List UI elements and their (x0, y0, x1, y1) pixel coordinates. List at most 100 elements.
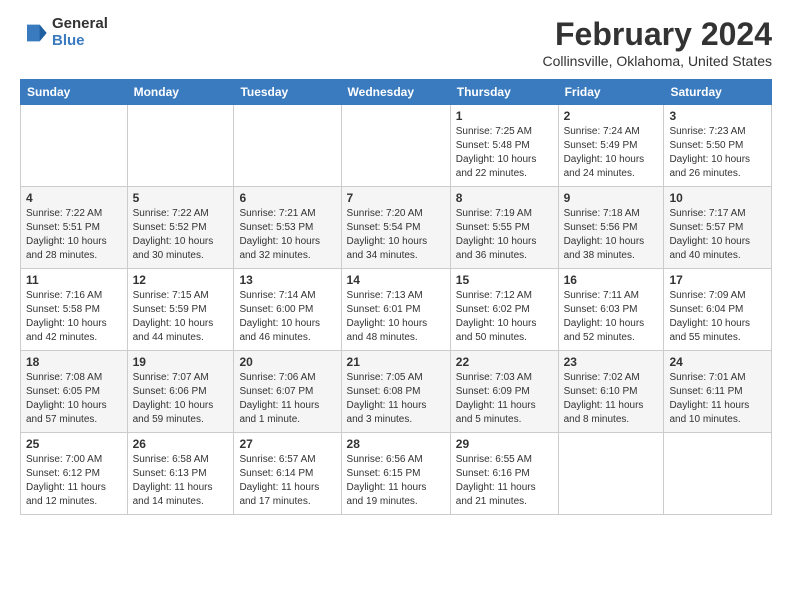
calendar-week-1: 4Sunrise: 7:22 AM Sunset: 5:51 PM Daylig… (21, 187, 772, 269)
calendar-cell: 4Sunrise: 7:22 AM Sunset: 5:51 PM Daylig… (21, 187, 128, 269)
calendar-cell: 19 Sunrise: 7:07 AM Sunset: 6:06 PM Dayli… (127, 351, 234, 433)
day-info: Sunrise: 6:56 AM Sunset: 6:15 PM Dayligh… (347, 453, 445, 509)
day-number: 22 (456, 355, 553, 369)
day-number: 6 (239, 191, 335, 205)
calendar-cell: 13 Sunrise: 7:14 AM Sunset: 6:00 PM Dayli… (234, 269, 341, 351)
calendar-table: SundayMondayTuesdayWednesdayThursdayFrid… (20, 79, 772, 515)
day-number: 24 (669, 355, 766, 369)
day-number: 29 (456, 437, 553, 451)
day-info: Sunrise: 7:08 AM Sunset: 6:05 PM Dayligh… (26, 371, 122, 427)
logo-blue: Blue (52, 33, 108, 50)
calendar-cell: 14 Sunrise: 7:13 AM Sunset: 6:01 PM Dayli… (341, 269, 450, 351)
calendar-cell: 22 Sunrise: 7:03 AM Sunset: 6:09 PM Dayli… (450, 351, 558, 433)
day-number: 26 (133, 437, 229, 451)
day-info: Sunrise: 7:01 AM Sunset: 6:11 PM Dayligh… (669, 371, 766, 427)
calendar-cell: 11 Sunrise: 7:16 AM Sunset: 5:58 PM Dayli… (21, 269, 128, 351)
page: General Blue February 2024 Collinsville,… (0, 0, 792, 612)
day-number: 21 (347, 355, 445, 369)
day-info: Sunrise: 7:23 AM Sunset: 5:50 PM Dayligh… (669, 125, 766, 181)
day-info: Sunrise: 7:21 AM Sunset: 5:53 PM Dayligh… (239, 207, 335, 263)
calendar-cell: 7 Sunrise: 7:20 AM Sunset: 5:54 PM Daylig… (341, 187, 450, 269)
calendar-cell: 6 Sunrise: 7:21 AM Sunset: 5:53 PM Daylig… (234, 187, 341, 269)
logo-text: General Blue (52, 16, 108, 49)
day-info: Sunrise: 7:13 AM Sunset: 6:01 PM Dayligh… (347, 289, 445, 345)
day-info: Sunrise: 7:20 AM Sunset: 5:54 PM Dayligh… (347, 207, 445, 263)
day-number: 8 (456, 191, 553, 205)
calendar-cell: 2 Sunrise: 7:24 AM Sunset: 5:49 PM Daylig… (558, 105, 664, 187)
day-info: Sunrise: 7:12 AM Sunset: 6:02 PM Dayligh… (456, 289, 553, 345)
day-number: 7 (347, 191, 445, 205)
calendar-week-2: 11 Sunrise: 7:16 AM Sunset: 5:58 PM Dayli… (21, 269, 772, 351)
day-info: Sunrise: 7:19 AM Sunset: 5:55 PM Dayligh… (456, 207, 553, 263)
logo-icon (20, 19, 48, 47)
day-info: Sunrise: 7:00 AM Sunset: 6:12 PM Dayligh… (26, 453, 122, 509)
calendar-cell: 25Sunrise: 7:00 AM Sunset: 6:12 PM Dayli… (21, 433, 128, 515)
calendar-cell: 8 Sunrise: 7:19 AM Sunset: 5:55 PM Daylig… (450, 187, 558, 269)
day-number: 19 (133, 355, 229, 369)
calendar-cell: 23Sunrise: 7:02 AM Sunset: 6:10 PM Dayli… (558, 351, 664, 433)
title-block: February 2024 Collinsville, Oklahoma, Un… (542, 16, 772, 69)
day-number: 17 (669, 273, 766, 287)
day-of-week-thursday: Thursday (450, 80, 558, 105)
calendar-cell: 24 Sunrise: 7:01 AM Sunset: 6:11 PM Dayli… (664, 351, 772, 433)
calendar-week-3: 18 Sunrise: 7:08 AM Sunset: 6:05 PM Dayli… (21, 351, 772, 433)
calendar-cell: 3Sunrise: 7:23 AM Sunset: 5:50 PM Daylig… (664, 105, 772, 187)
day-number: 15 (456, 273, 553, 287)
day-info: Sunrise: 7:03 AM Sunset: 6:09 PM Dayligh… (456, 371, 553, 427)
calendar-week-0: 1 Sunrise: 7:25 AM Sunset: 5:48 PM Daylig… (21, 105, 772, 187)
calendar-cell: 28Sunrise: 6:56 AM Sunset: 6:15 PM Dayli… (341, 433, 450, 515)
day-of-week-friday: Friday (558, 80, 664, 105)
calendar-cell (341, 105, 450, 187)
calendar-cell: 10 Sunrise: 7:17 AM Sunset: 5:57 PM Dayli… (664, 187, 772, 269)
calendar-body: 1 Sunrise: 7:25 AM Sunset: 5:48 PM Daylig… (21, 105, 772, 515)
day-number: 1 (456, 109, 553, 123)
day-info: Sunrise: 7:25 AM Sunset: 5:48 PM Dayligh… (456, 125, 553, 181)
day-of-week-saturday: Saturday (664, 80, 772, 105)
day-info: Sunrise: 7:14 AM Sunset: 6:00 PM Dayligh… (239, 289, 335, 345)
main-title: February 2024 (542, 16, 772, 53)
calendar-cell: 26 Sunrise: 6:58 AM Sunset: 6:13 PM Dayli… (127, 433, 234, 515)
day-number: 2 (564, 109, 659, 123)
day-info: Sunrise: 7:16 AM Sunset: 5:58 PM Dayligh… (26, 289, 122, 345)
day-info: Sunrise: 6:55 AM Sunset: 6:16 PM Dayligh… (456, 453, 553, 509)
day-number: 13 (239, 273, 335, 287)
day-of-week-tuesday: Tuesday (234, 80, 341, 105)
calendar-cell (664, 433, 772, 515)
day-number: 14 (347, 273, 445, 287)
days-of-week-row: SundayMondayTuesdayWednesdayThursdayFrid… (21, 80, 772, 105)
subtitle: Collinsville, Oklahoma, United States (542, 53, 772, 69)
calendar-cell: 18 Sunrise: 7:08 AM Sunset: 6:05 PM Dayli… (21, 351, 128, 433)
day-number: 12 (133, 273, 229, 287)
day-info: Sunrise: 6:58 AM Sunset: 6:13 PM Dayligh… (133, 453, 229, 509)
day-info: Sunrise: 7:05 AM Sunset: 6:08 PM Dayligh… (347, 371, 445, 427)
calendar-cell: 12Sunrise: 7:15 AM Sunset: 5:59 PM Dayli… (127, 269, 234, 351)
day-info: Sunrise: 7:18 AM Sunset: 5:56 PM Dayligh… (564, 207, 659, 263)
day-number: 5 (133, 191, 229, 205)
day-number: 18 (26, 355, 122, 369)
day-info: Sunrise: 7:09 AM Sunset: 6:04 PM Dayligh… (669, 289, 766, 345)
calendar-cell: 29 Sunrise: 6:55 AM Sunset: 6:16 PM Dayli… (450, 433, 558, 515)
calendar-cell: 1 Sunrise: 7:25 AM Sunset: 5:48 PM Daylig… (450, 105, 558, 187)
calendar-cell: 17 Sunrise: 7:09 AM Sunset: 6:04 PM Dayli… (664, 269, 772, 351)
day-info: Sunrise: 7:11 AM Sunset: 6:03 PM Dayligh… (564, 289, 659, 345)
day-info: Sunrise: 7:07 AM Sunset: 6:06 PM Dayligh… (133, 371, 229, 427)
calendar-cell (558, 433, 664, 515)
day-number: 23 (564, 355, 659, 369)
day-number: 10 (669, 191, 766, 205)
logo: General Blue (20, 16, 108, 49)
day-number: 16 (564, 273, 659, 287)
calendar-week-4: 25Sunrise: 7:00 AM Sunset: 6:12 PM Dayli… (21, 433, 772, 515)
calendar-cell: 9Sunrise: 7:18 AM Sunset: 5:56 PM Daylig… (558, 187, 664, 269)
day-info: Sunrise: 7:22 AM Sunset: 5:51 PM Dayligh… (26, 207, 122, 263)
calendar-cell: 20Sunrise: 7:06 AM Sunset: 6:07 PM Dayli… (234, 351, 341, 433)
calendar-cell (234, 105, 341, 187)
day-number: 11 (26, 273, 122, 287)
logo-general: General (52, 16, 108, 33)
header: General Blue February 2024 Collinsville,… (20, 16, 772, 69)
calendar-cell: 5Sunrise: 7:22 AM Sunset: 5:52 PM Daylig… (127, 187, 234, 269)
day-info: Sunrise: 7:24 AM Sunset: 5:49 PM Dayligh… (564, 125, 659, 181)
calendar-cell: 15 Sunrise: 7:12 AM Sunset: 6:02 PM Dayli… (450, 269, 558, 351)
day-of-week-sunday: Sunday (21, 80, 128, 105)
day-info: Sunrise: 7:06 AM Sunset: 6:07 PM Dayligh… (239, 371, 335, 427)
day-info: Sunrise: 7:17 AM Sunset: 5:57 PM Dayligh… (669, 207, 766, 263)
